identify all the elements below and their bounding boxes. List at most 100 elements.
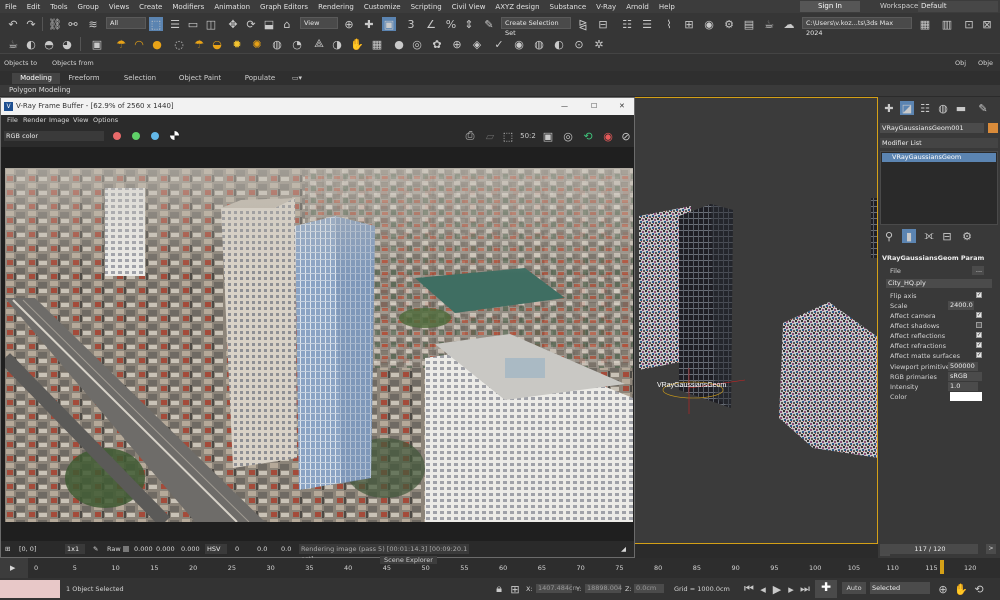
vfb-menu-view[interactable]: View	[73, 115, 88, 125]
maxscript-listener[interactable]	[0, 580, 60, 598]
select-by-name-icon[interactable]: ☰	[168, 17, 182, 31]
file-name-field[interactable]: City_HQ.ply	[886, 279, 992, 288]
vfb-menu-options[interactable]: Options	[93, 115, 118, 125]
menu-civil-view[interactable]: Civil View	[447, 3, 491, 11]
x-coordinate-field[interactable]: 1407.484cn	[536, 584, 577, 593]
vfb-icon[interactable]: ▣	[90, 37, 104, 51]
named-selection-set-dropdown[interactable]: Create Selection Set	[501, 17, 571, 37]
modify-tab-icon[interactable]: ◪	[900, 101, 914, 115]
vision-icon[interactable]: ◈	[470, 37, 484, 51]
go-to-end-icon[interactable]: ⏭	[798, 582, 812, 596]
fur-icon[interactable]: ◔	[290, 37, 304, 51]
angle-snap-icon[interactable]: ∠	[424, 17, 438, 31]
render-setup-icon[interactable]: ⚙	[722, 17, 736, 31]
sample-rate-icon[interactable]: 50:2	[520, 129, 536, 143]
teapot-icon[interactable]: ☕	[6, 37, 20, 51]
material-library-icon[interactable]: ◎	[410, 37, 424, 51]
unlink-icon[interactable]: ⚯	[66, 17, 80, 31]
picker-icon[interactable]: ✎	[93, 541, 98, 557]
align-icon[interactable]: ⊟	[596, 17, 610, 31]
interactive-render-icon[interactable]: ◓	[42, 37, 56, 51]
menu-substance[interactable]: Substance	[545, 3, 592, 11]
go-to-start-icon[interactable]: ⏮	[742, 582, 756, 596]
create-tab-icon[interactable]: ✚	[882, 101, 896, 115]
blue-channel-toggle[interactable]	[151, 132, 159, 140]
region-render-icon[interactable]: ⬚	[501, 129, 515, 143]
play-icon[interactable]: ▶	[770, 582, 784, 596]
color-mode-dropdown[interactable]: HSV	[205, 544, 227, 554]
vray-logo-icon[interactable]: ✓	[492, 37, 506, 51]
scene-explorer-tab[interactable]: Scene Explorer	[380, 556, 437, 564]
render-icon[interactable]: ◐	[24, 37, 38, 51]
modifier-stack-item[interactable]: VRayGaussiansGeom	[882, 153, 996, 162]
material-ball-icon[interactable]: ●	[392, 37, 406, 51]
decal-icon[interactable]: ✋	[350, 37, 364, 51]
mesh-light-icon[interactable]: ☂	[192, 37, 206, 51]
reference-coordinate-dropdown[interactable]: View	[300, 17, 338, 29]
tab-modeling[interactable]: Modeling	[12, 73, 60, 84]
make-unique-icon[interactable]: ⟗	[922, 229, 936, 243]
z-coordinate-field[interactable]: 0.0cm	[634, 584, 664, 593]
mirror-icon[interactable]: ⧎	[576, 17, 590, 31]
menu-scripting[interactable]: Scripting	[406, 3, 447, 11]
alpha-channel-toggle[interactable]	[170, 131, 179, 140]
flip-axis-checkbox[interactable]: ✓	[976, 292, 982, 298]
menu-create[interactable]: Create	[134, 3, 167, 11]
place-icon[interactable]: ⌂	[280, 17, 294, 31]
scale-spinner[interactable]: 2400.0	[948, 301, 974, 310]
pixel-info-icon[interactable]: ⊞	[5, 541, 10, 557]
scatter-icon[interactable]: ✿	[430, 37, 444, 51]
scene-explorer-icon[interactable]: ☷	[620, 17, 634, 31]
proxy-icon[interactable]: ◍	[270, 37, 284, 51]
ies-light-icon[interactable]: ◌	[172, 37, 186, 51]
channel-dropdown[interactable]: RGB color	[4, 131, 104, 141]
display-tab-icon[interactable]: ▬	[954, 101, 968, 115]
previous-frame-icon[interactable]: ◂	[756, 582, 770, 596]
material-editor-icon[interactable]: ◉	[702, 17, 716, 31]
menu-vray[interactable]: V-Ray	[591, 3, 621, 11]
cloud-render-icon[interactable]: ◕	[60, 37, 74, 51]
save-icon[interactable]: ⊡	[962, 17, 976, 31]
set-key-icon[interactable]: ✚	[815, 580, 837, 598]
hierarchy-tab-icon[interactable]: ☷	[918, 101, 932, 115]
open-icon[interactable]: ⊠	[980, 17, 994, 31]
snaps-toggle-icon[interactable]: 3	[404, 17, 418, 31]
menu-animation[interactable]: Animation	[209, 3, 255, 11]
lightmix-icon[interactable]: ◉	[512, 37, 526, 51]
rotate-icon[interactable]: ⟳	[244, 17, 258, 31]
vfb-menu-render[interactable]: Render	[23, 115, 46, 125]
cosmos-icon[interactable]: ⊕	[450, 37, 464, 51]
enmesh-icon[interactable]: ▦	[370, 37, 384, 51]
ribbon-options-icon[interactable]: ▭▾	[290, 73, 304, 84]
modifier-list-dropdown[interactable]: Modifier List	[880, 138, 998, 148]
link-icon[interactable]: ⛓	[48, 17, 62, 31]
sun-light-icon[interactable]: ✹	[230, 37, 244, 51]
vfb-expand-icon[interactable]: ◢	[621, 541, 626, 557]
undo-icon[interactable]: ↶	[6, 17, 20, 31]
tab-object-paint[interactable]: Object Paint	[172, 73, 228, 84]
configure-modifier-sets-icon[interactable]: ⚙	[960, 229, 974, 243]
workspace-select[interactable]: Default	[918, 1, 998, 12]
red-channel-toggle[interactable]	[113, 132, 121, 140]
menu-group[interactable]: Group	[73, 3, 104, 11]
remove-modifier-icon[interactable]: ⊟	[940, 229, 954, 243]
affect-matte-checkbox[interactable]: ✓	[976, 352, 982, 358]
project-folder-icon[interactable]: ▦	[918, 17, 932, 31]
bind-space-warp-icon[interactable]: ≋	[86, 17, 100, 31]
vray-light-icon[interactable]: ☂	[114, 37, 128, 51]
zoom-dropdown[interactable]: 1x1	[65, 544, 85, 554]
lens-effects-icon[interactable]: ◐	[552, 37, 566, 51]
menu-edit[interactable]: Edit	[22, 3, 46, 11]
project-path-field[interactable]: C:\Users\v.koz...ts\3ds Max 2024	[802, 17, 912, 37]
affect-refractions-checkbox[interactable]: ✓	[976, 342, 982, 348]
select-manipulate-icon[interactable]: ✚	[362, 17, 376, 31]
redo-icon[interactable]: ↷	[24, 17, 38, 31]
objects-from-label[interactable]: Objects from	[52, 59, 94, 67]
show-end-result-icon[interactable]: ▮	[902, 229, 916, 243]
move-icon[interactable]: ✥	[226, 17, 240, 31]
ambient-light-icon[interactable]: ◒	[210, 37, 224, 51]
dome-light-icon[interactable]: ◠	[132, 37, 146, 51]
plane-icon[interactable]: ⟁	[312, 37, 326, 51]
time-cursor[interactable]	[940, 560, 944, 574]
tab-populate[interactable]: Populate	[238, 73, 282, 84]
